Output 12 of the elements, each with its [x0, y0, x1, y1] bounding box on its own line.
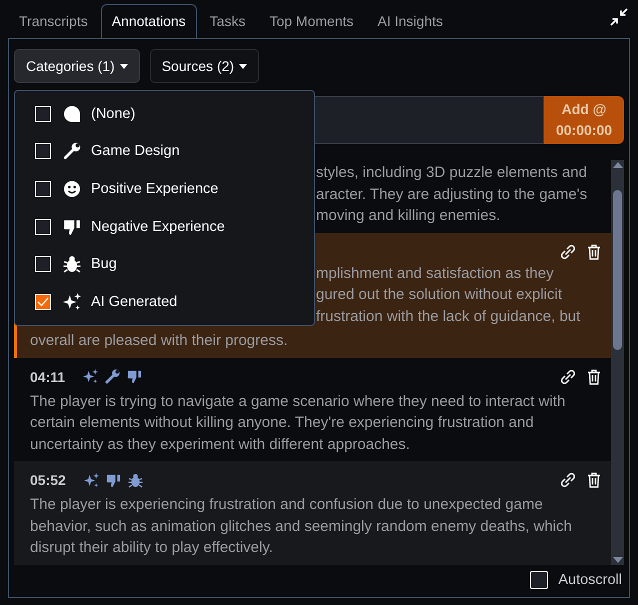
annotation-text: The player is experiencing frustration and confusion due to unexpected game behavior, such as animation glitches and seemingly random enemy deaths, which disrupt their ability to play effectively. [30, 495, 573, 558]
annotation-text: frustration with the lack of guidance, but [316, 306, 580, 326]
autoscroll-label: Autoscroll [558, 572, 622, 588]
timestamp: 04:11 [30, 368, 66, 384]
annotation-text: gured out the solution without explicit [316, 285, 562, 305]
annotation-text: mplishment and satisfaction as they [316, 264, 554, 284]
timestamp: 05:52 [30, 472, 66, 488]
annotation-text: moving and killing enemies. [316, 206, 500, 226]
annotation-text: overall are pleased with their progress. [30, 331, 289, 351]
annotation-text: styles, including 3D puzzle elements and [316, 163, 587, 183]
annotation-text: The player is trying to navigate a game scenario where they need to interact with certain elements without killing anyone. They're experiencing frustration and uncertainty as they experiment with different approaches. [30, 392, 566, 454]
annotation-text: aracter. They are adjusting to the game's [316, 184, 588, 204]
